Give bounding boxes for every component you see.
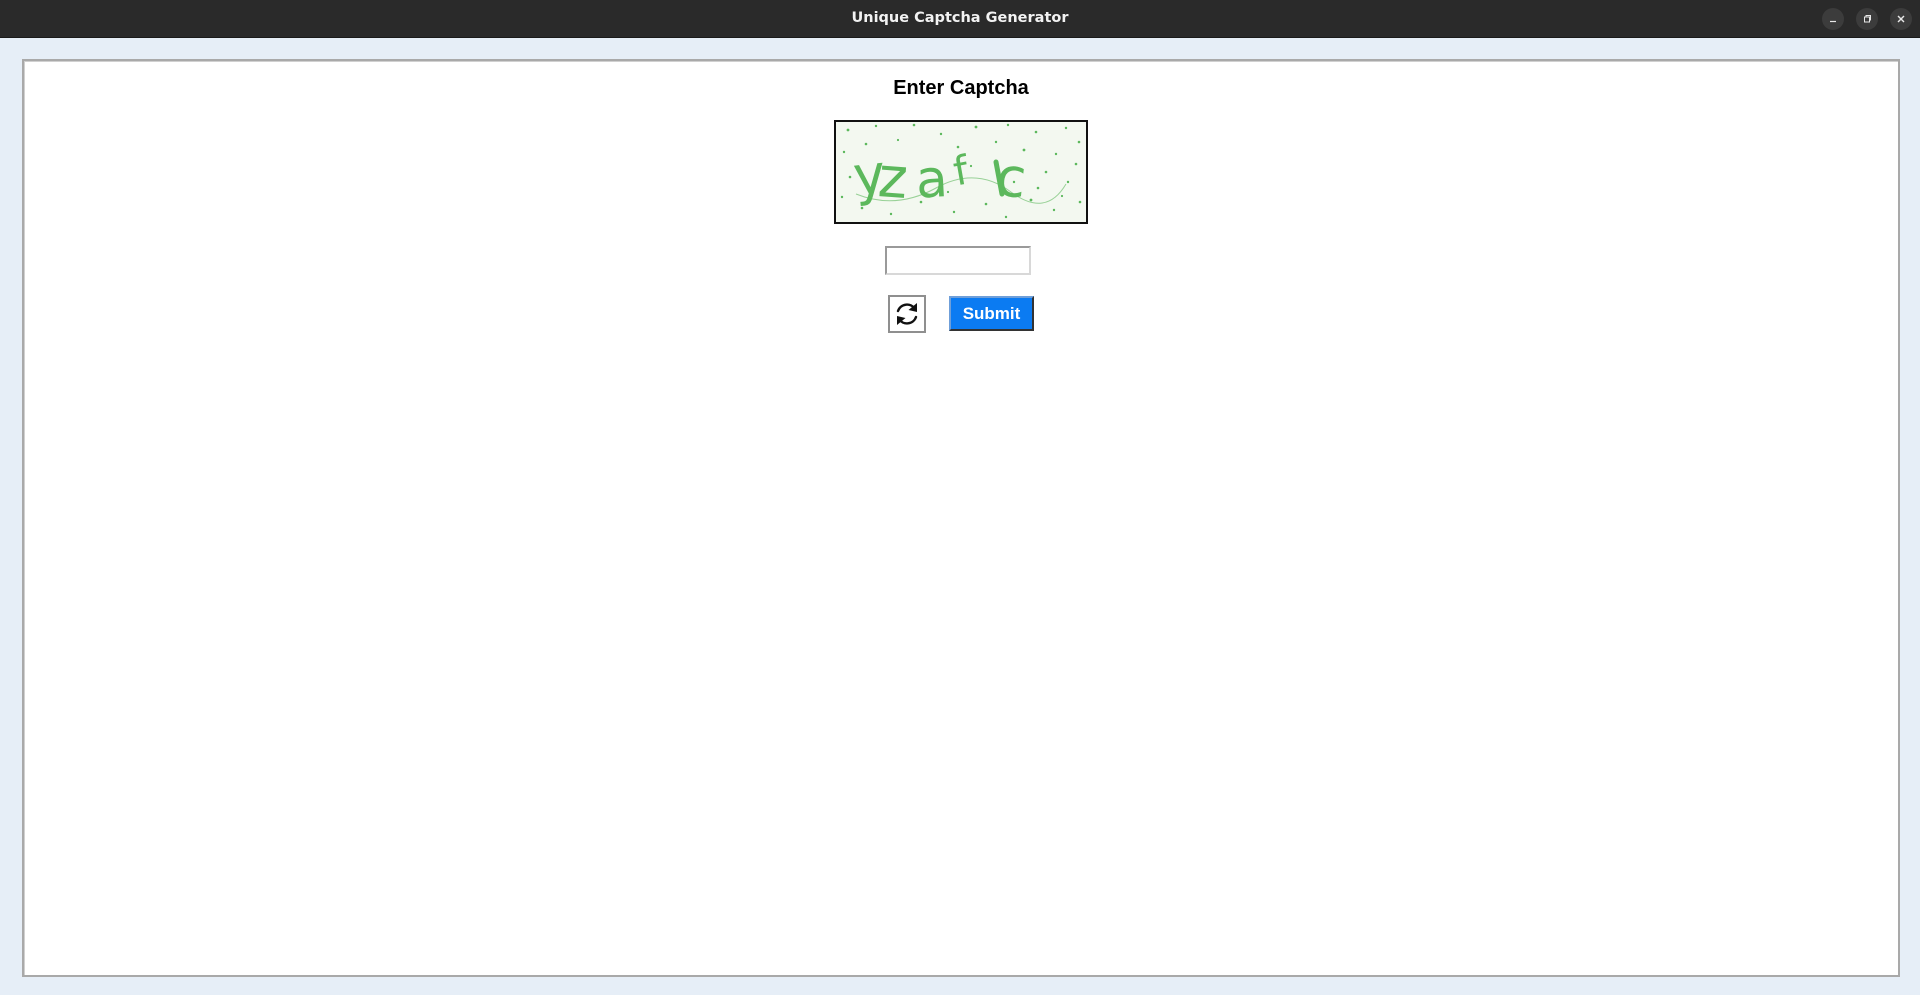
minimize-icon [1830, 20, 1836, 23]
captcha-image: y z a f c [834, 120, 1088, 224]
window-titlebar: Unique Captcha Generator [0, 0, 1920, 38]
window-title: Unique Captcha Generator [851, 10, 1069, 26]
maximize-icon [1864, 15, 1871, 23]
minimize-button[interactable] [1822, 8, 1844, 30]
refresh-icon [896, 303, 918, 325]
svg-text:a: a [914, 149, 949, 211]
submit-button[interactable]: Submit [949, 296, 1034, 331]
svg-text:z: z [876, 145, 910, 212]
close-button[interactable] [1890, 8, 1912, 30]
captcha-graphic: y z a f c [840, 123, 1082, 219]
page-title: Enter Captcha [893, 77, 1029, 99]
maximize-button[interactable] [1856, 8, 1878, 30]
close-icon [1897, 15, 1905, 23]
refresh-captcha-button[interactable] [888, 295, 926, 333]
main-panel: Enter Captcha y z a f c Submit [22, 59, 1900, 977]
svg-text:f: f [950, 147, 973, 195]
captcha-input[interactable] [885, 246, 1031, 275]
